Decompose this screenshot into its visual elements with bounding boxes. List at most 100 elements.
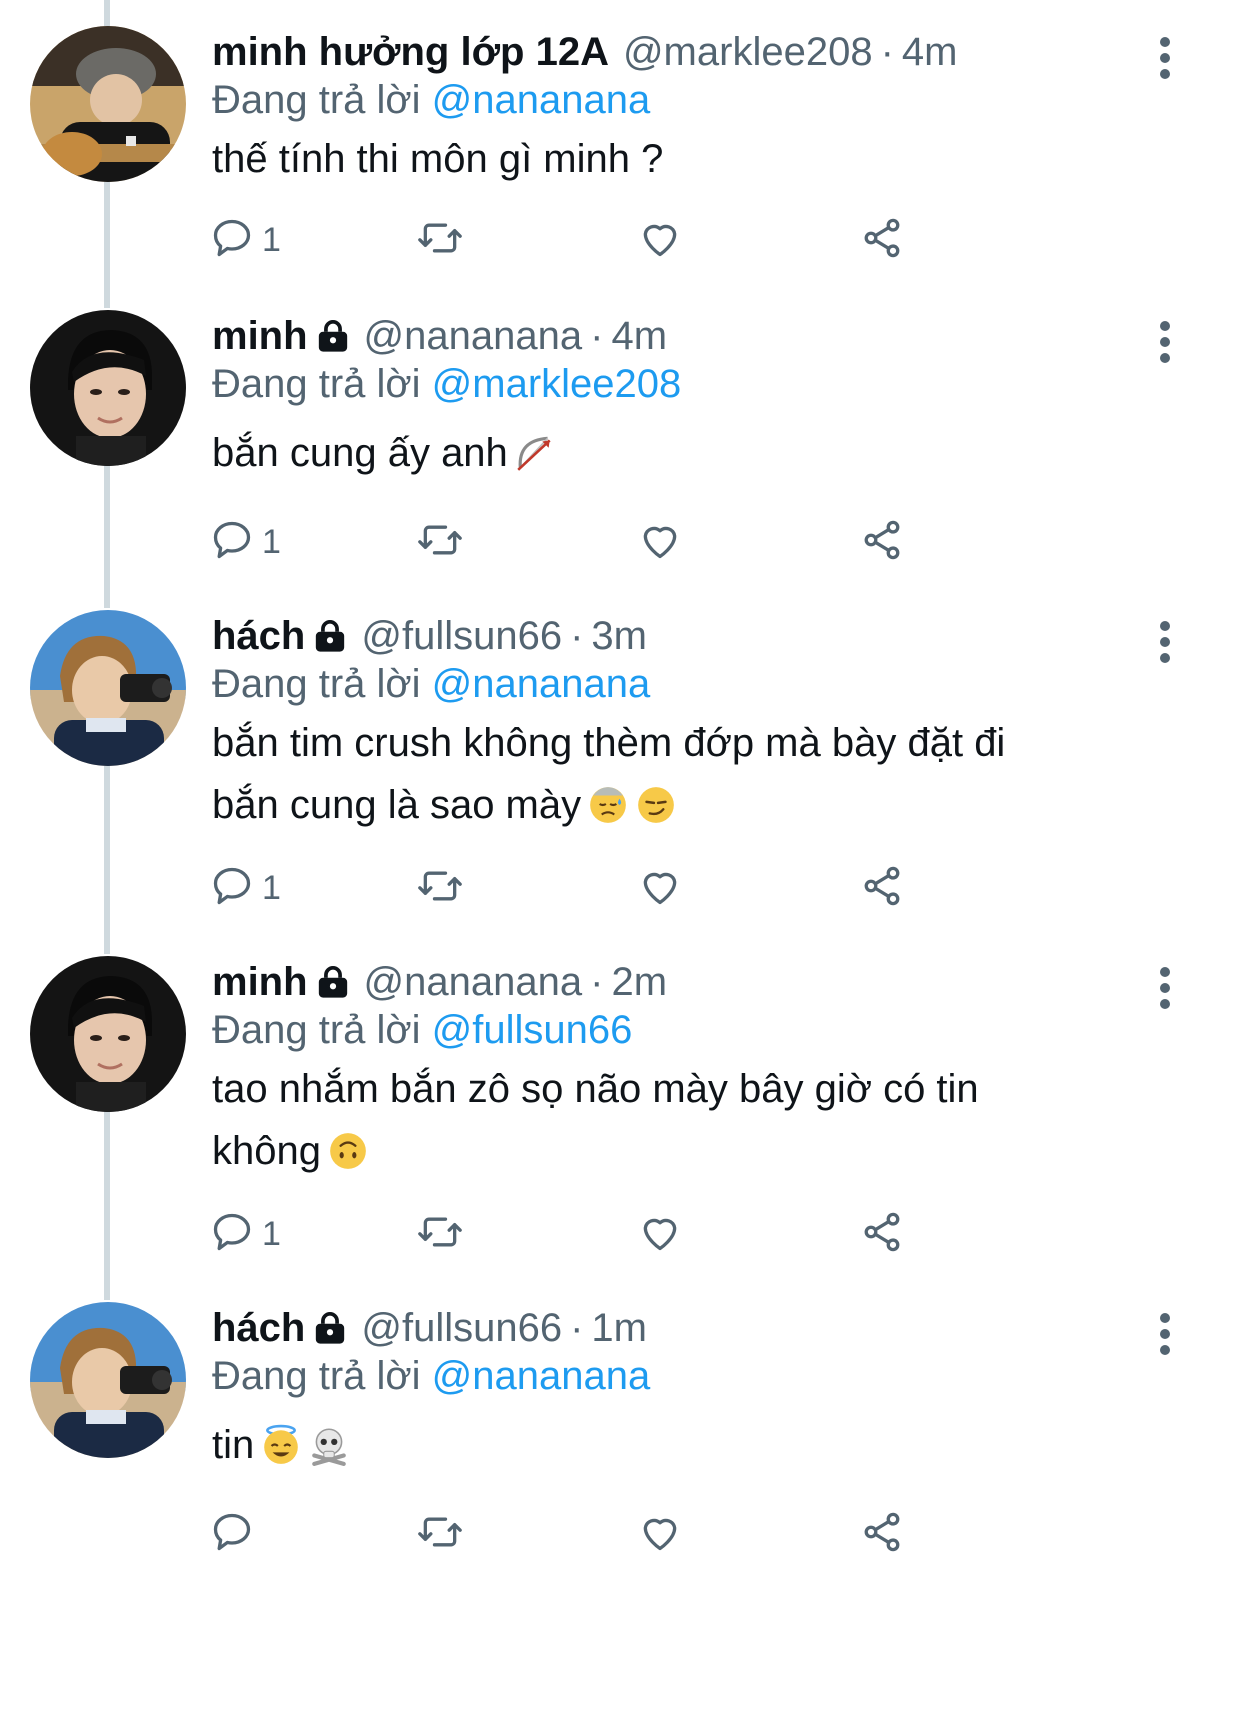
like-button[interactable] bbox=[638, 858, 682, 918]
retweet-icon bbox=[416, 1210, 464, 1259]
replying-to-line: Đang trả lời @nananana bbox=[212, 74, 650, 126]
reply-button[interactable]: 1 bbox=[210, 210, 281, 270]
share-button[interactable] bbox=[860, 210, 904, 270]
more-options-icon[interactable] bbox=[1150, 36, 1180, 80]
share-icon bbox=[860, 216, 904, 265]
reply-mention-link[interactable]: @marklee208 bbox=[432, 362, 682, 406]
replying-to-label: Đang trả lời bbox=[212, 1008, 421, 1052]
tweet-text-line: không bbox=[212, 1129, 321, 1173]
share-button[interactable] bbox=[860, 1504, 904, 1564]
display-name[interactable]: minh bbox=[212, 960, 308, 1004]
downcast-sweat-face-emoji bbox=[587, 782, 629, 844]
reply-button[interactable] bbox=[210, 1504, 262, 1564]
tweet-text-line: bắn tim crush không thèm đớp mà bày đặt … bbox=[212, 721, 1006, 765]
share-button[interactable] bbox=[860, 1204, 904, 1264]
retweet-button[interactable] bbox=[416, 1504, 464, 1564]
tweet-text: tao nhắm bắn zô sọ não mày bây giờ có ti… bbox=[212, 1058, 1112, 1190]
retweet-button[interactable] bbox=[416, 858, 464, 918]
beach-camera-avatar bbox=[30, 610, 186, 766]
avatar[interactable] bbox=[30, 26, 186, 182]
more-options-icon[interactable] bbox=[1150, 1312, 1180, 1356]
reply-count: 1 bbox=[262, 868, 281, 907]
like-button[interactable] bbox=[638, 210, 682, 270]
tweet-actions: 1 bbox=[210, 512, 1110, 572]
user-handle[interactable]: @nananana bbox=[364, 314, 583, 358]
halo-face-emoji bbox=[260, 1422, 302, 1484]
tweet-text: thế tính thi môn gì minh ? bbox=[212, 128, 1112, 190]
replying-to-line: Đang trả lời @fullsun66 bbox=[212, 1004, 632, 1056]
reply-mention-link[interactable]: @fullsun66 bbox=[432, 1008, 633, 1052]
display-name[interactable]: hách bbox=[212, 614, 305, 658]
retweet-icon bbox=[416, 216, 464, 265]
tweet-text-line: tao nhắm bắn zô sọ não mày bây giờ có ti… bbox=[212, 1067, 979, 1111]
reply-button[interactable]: 1 bbox=[210, 1204, 281, 1264]
bow-and-arrow-emoji bbox=[514, 430, 556, 492]
replying-to-line: Đang trả lời @nananana bbox=[212, 1350, 650, 1402]
replying-to-line: Đang trả lời @nananana bbox=[212, 658, 650, 710]
tweet-text: bắn tim crush không thèm đớp mà bày đặt … bbox=[212, 712, 1112, 844]
thread-connector-line bbox=[104, 452, 110, 608]
retweet-button[interactable] bbox=[416, 1204, 464, 1264]
like-button[interactable] bbox=[638, 1204, 682, 1264]
tweet-text: bắn cung ấy anh bbox=[212, 422, 1112, 492]
reply-count: 1 bbox=[262, 220, 281, 259]
dark-portrait-avatar bbox=[30, 956, 186, 1112]
reply-icon bbox=[210, 864, 254, 913]
reply-mention-link[interactable]: @nananana bbox=[432, 662, 651, 706]
guitar-avatar bbox=[30, 26, 186, 182]
reply-count: 1 bbox=[262, 522, 281, 561]
retweet-icon bbox=[416, 864, 464, 913]
reply-button[interactable]: 1 bbox=[210, 512, 281, 572]
reply-button[interactable]: 1 bbox=[210, 858, 281, 918]
replying-to-label: Đang trả lời bbox=[212, 662, 421, 706]
retweet-button[interactable] bbox=[416, 512, 464, 572]
heart-icon bbox=[638, 864, 682, 913]
display-name[interactable]: minh hưởng lớp 12A bbox=[212, 30, 609, 74]
tweet-text-line: bắn cung ấy anh bbox=[212, 431, 508, 475]
beach-camera-avatar bbox=[30, 1302, 186, 1458]
separator-dot: · bbox=[590, 960, 604, 1004]
timestamp[interactable]: 4m bbox=[611, 314, 667, 358]
more-options-icon[interactable] bbox=[1150, 620, 1180, 664]
tweet-actions: 1 bbox=[210, 858, 1110, 918]
more-options-icon[interactable] bbox=[1150, 966, 1180, 1010]
tweet-actions: 1 bbox=[210, 1204, 1110, 1264]
like-button[interactable] bbox=[638, 1504, 682, 1564]
reply-thread: minh hưởng lớp 12A @marklee208 · 4m Đang tr… bbox=[0, 0, 1242, 1723]
share-icon bbox=[860, 1510, 904, 1559]
smirk-face-emoji bbox=[635, 782, 677, 844]
share-icon bbox=[860, 864, 904, 913]
share-icon bbox=[860, 1210, 904, 1259]
reply-icon bbox=[210, 216, 254, 265]
display-name[interactable]: hách bbox=[212, 1306, 305, 1350]
reply-mention-link[interactable]: @nananana bbox=[432, 1354, 651, 1398]
dark-portrait-avatar bbox=[30, 310, 186, 466]
thread-connector-line bbox=[104, 1098, 110, 1300]
retweet-button[interactable] bbox=[416, 210, 464, 270]
like-button[interactable] bbox=[638, 512, 682, 572]
reply-mention-link[interactable]: @nananana bbox=[432, 78, 651, 122]
timestamp[interactable]: 1m bbox=[591, 1306, 647, 1350]
separator-dot: · bbox=[570, 1306, 584, 1350]
avatar[interactable] bbox=[30, 310, 186, 466]
retweet-icon bbox=[416, 1510, 464, 1559]
replying-to-label: Đang trả lời bbox=[212, 78, 421, 122]
avatar[interactable] bbox=[30, 610, 186, 766]
avatar[interactable] bbox=[30, 1302, 186, 1458]
avatar[interactable] bbox=[30, 956, 186, 1112]
timestamp[interactable]: 3m bbox=[591, 614, 647, 658]
timestamp[interactable]: 2m bbox=[611, 960, 667, 1004]
share-button[interactable] bbox=[860, 858, 904, 918]
display-name[interactable]: minh bbox=[212, 314, 308, 358]
more-options-icon[interactable] bbox=[1150, 320, 1180, 364]
user-handle[interactable]: @fullsun66 bbox=[361, 1306, 562, 1350]
share-button[interactable] bbox=[860, 512, 904, 572]
user-handle[interactable]: @nananana bbox=[364, 960, 583, 1004]
reply-icon bbox=[210, 1210, 254, 1259]
timestamp[interactable]: 4m bbox=[902, 30, 958, 74]
heart-icon bbox=[638, 1210, 682, 1259]
user-handle[interactable]: @marklee208 bbox=[623, 30, 873, 74]
retweet-icon bbox=[416, 518, 464, 567]
thread-connector-line bbox=[104, 0, 110, 26]
user-handle[interactable]: @fullsun66 bbox=[361, 614, 562, 658]
